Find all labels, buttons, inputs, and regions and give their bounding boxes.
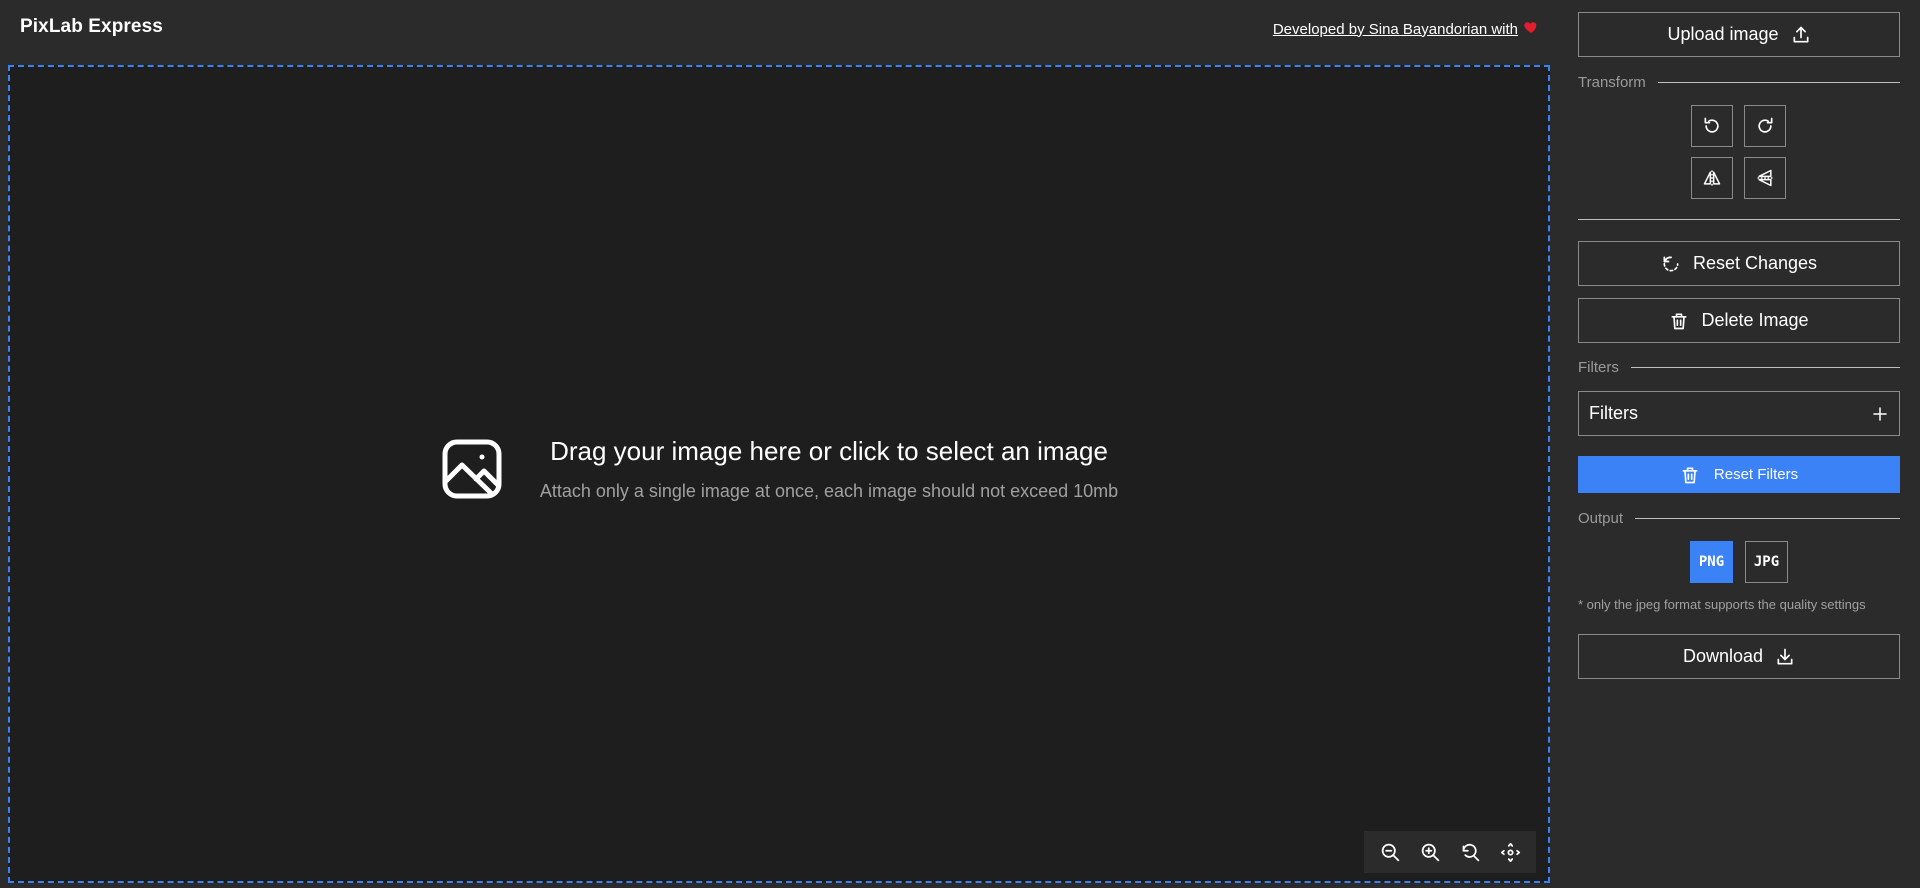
filters-section-label: Filters	[1578, 358, 1619, 376]
output-section-header: Output	[1578, 508, 1900, 528]
pan-button[interactable]	[1495, 837, 1525, 867]
rotate-left-icon	[1704, 117, 1719, 133]
download-button[interactable]: Download	[1578, 634, 1900, 679]
reset-zoom-button[interactable]	[1455, 837, 1485, 867]
filters-dropdown[interactable]: Filters	[1578, 391, 1900, 436]
zoom-out-button[interactable]	[1375, 837, 1405, 867]
transform-section-header: Transform	[1578, 72, 1900, 92]
app-root: PixLab Express Developed by Sina Bayando…	[0, 0, 1920, 888]
rotate-right-icon	[1758, 117, 1773, 133]
filters-dropdown-value: Filters	[1589, 403, 1638, 423]
delete-image-label: Delete Image	[1701, 310, 1809, 330]
image-placeholder-icon	[440, 437, 504, 501]
flip-vertical-button[interactable]	[1744, 157, 1786, 199]
filters-section-header: Filters	[1578, 357, 1900, 377]
rotate-right-button[interactable]	[1744, 105, 1786, 147]
flip-horizontal-icon	[1703, 170, 1721, 186]
rotate-left-button[interactable]	[1691, 105, 1733, 147]
heart-icon	[1523, 19, 1539, 39]
reset-changes-button[interactable]: Reset Changes	[1578, 241, 1900, 286]
app-title: PixLab Express	[20, 16, 163, 37]
image-drop-zone[interactable]: Drag your image here or click to select …	[8, 65, 1550, 883]
move-icon	[1500, 842, 1520, 862]
format-quality-note: * only the jpeg format supports the qual…	[1578, 597, 1866, 612]
reset-zoom-icon	[1462, 843, 1479, 861]
drop-zone-text: Drag your image here or click to select …	[540, 436, 1118, 502]
zoom-in-button[interactable]	[1415, 837, 1445, 867]
header: PixLab Express Developed by Sina Bayando…	[0, 0, 1557, 57]
trash-icon	[1671, 313, 1687, 329]
reset-filters-button[interactable]: Reset Filters	[1578, 456, 1900, 493]
reset-changes-label: Reset Changes	[1692, 253, 1818, 273]
developer-credit-link[interactable]: Developed by Sina Bayandorian with	[1273, 19, 1539, 39]
sidebar: Upload image Transform Reset Changes Del…	[1557, 0, 1920, 888]
output-divider	[1635, 517, 1900, 519]
zoom-out-icon	[1381, 843, 1399, 861]
zoom-in-icon	[1421, 843, 1439, 861]
drop-zone-subtitle: Attach only a single image at once, each…	[539, 481, 1119, 501]
developer-credit-text: Developed by Sina Bayandorian with	[1272, 20, 1518, 38]
upload-icon	[1793, 26, 1809, 43]
reset-icon	[1663, 255, 1679, 271]
trash-icon	[1682, 467, 1698, 483]
delete-image-button[interactable]: Delete Image	[1578, 298, 1900, 343]
plus-icon	[1873, 406, 1887, 421]
transform-section-label: Transform	[1578, 73, 1646, 91]
format-png-button[interactable]: PNG	[1690, 541, 1733, 583]
drop-zone-content: Drag your image here or click to select …	[10, 67, 1548, 881]
flip-vertical-icon	[1757, 169, 1773, 187]
reset-filters-label: Reset Filters	[1713, 466, 1799, 483]
upload-image-label: Upload image	[1667, 24, 1779, 44]
transform-divider	[1657, 81, 1900, 83]
upload-image-button[interactable]: Upload image	[1578, 12, 1900, 57]
download-label: Download	[1682, 646, 1764, 666]
transform-bottom-divider	[1578, 219, 1900, 220]
output-section-label: Output	[1578, 509, 1624, 527]
drop-zone-title: Drag your image here or click to select …	[550, 436, 1108, 466]
filters-divider	[1630, 366, 1900, 368]
zoom-toolbar	[1364, 831, 1536, 873]
download-icon	[1777, 648, 1793, 664]
flip-horizontal-button[interactable]	[1691, 157, 1733, 199]
format-jpg-button[interactable]: JPG	[1745, 541, 1788, 583]
